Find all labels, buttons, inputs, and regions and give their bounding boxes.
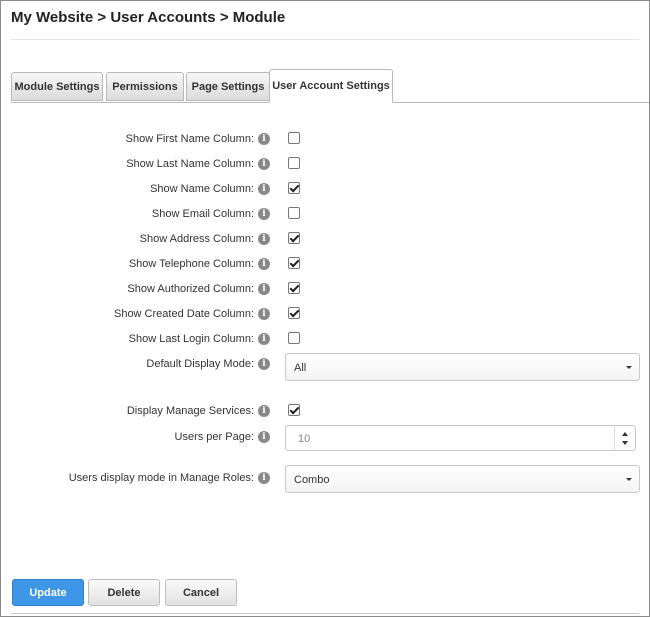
info-icon[interactable]: i bbox=[258, 183, 270, 195]
show-name-checkbox[interactable] bbox=[288, 182, 300, 194]
field-label: Show Last Login Column: bbox=[128, 333, 254, 345]
tab-permissions[interactable]: Permissions bbox=[106, 72, 184, 101]
field-label: Show Created Date Column: bbox=[113, 308, 254, 320]
info-icon[interactable]: i bbox=[258, 358, 270, 370]
info-icon[interactable]: i bbox=[258, 283, 270, 295]
tab-module-settings[interactable]: Module Settings bbox=[11, 72, 103, 101]
info-icon[interactable]: i bbox=[258, 472, 270, 484]
show-first-name-checkbox[interactable] bbox=[288, 132, 300, 144]
field-label: Users per Page: bbox=[174, 431, 254, 443]
info-icon[interactable]: i bbox=[258, 208, 270, 220]
field-label: Display Manage Services: bbox=[126, 405, 254, 417]
caret-down-icon bbox=[626, 366, 632, 369]
show-email-checkbox[interactable] bbox=[288, 207, 300, 219]
row-show-first-name: Show First Name Column: i bbox=[1, 130, 650, 150]
users-display-mode-roles-select[interactable]: Combo bbox=[285, 465, 640, 493]
update-button[interactable]: Update bbox=[12, 579, 84, 606]
info-icon[interactable]: i bbox=[258, 258, 270, 270]
info-icon[interactable]: i bbox=[258, 133, 270, 145]
show-authorized-checkbox[interactable] bbox=[288, 282, 300, 294]
info-icon[interactable]: i bbox=[258, 308, 270, 320]
info-icon[interactable]: i bbox=[258, 431, 270, 443]
page-title: My Website > User Accounts > Module bbox=[11, 9, 286, 26]
field-label: Show Last Name Column: bbox=[126, 158, 254, 170]
delete-button[interactable]: Delete bbox=[88, 579, 160, 606]
show-address-checkbox[interactable] bbox=[288, 232, 300, 244]
module-settings-window: My Website > User Accounts > Module Modu… bbox=[0, 0, 650, 617]
field-label: Show First Name Column: bbox=[125, 133, 254, 145]
show-created-date-checkbox[interactable] bbox=[288, 307, 300, 319]
row-show-last-login: Show Last Login Column: i bbox=[1, 330, 650, 350]
row-show-telephone: Show Telephone Column: i bbox=[1, 255, 650, 275]
row-show-email: Show Email Column: i bbox=[1, 205, 650, 225]
show-last-name-checkbox[interactable] bbox=[288, 157, 300, 169]
selected-value: All bbox=[294, 362, 307, 374]
divider bbox=[11, 613, 639, 614]
stepper-value: 10 bbox=[298, 433, 311, 445]
selected-value: Combo bbox=[294, 474, 330, 486]
divider bbox=[11, 39, 639, 40]
row-show-authorized: Show Authorized Column: i bbox=[1, 280, 650, 300]
info-icon[interactable]: i bbox=[258, 158, 270, 170]
stepper-buttons bbox=[614, 426, 635, 450]
field-label: Show Name Column: bbox=[150, 183, 254, 195]
cancel-button[interactable]: Cancel bbox=[165, 579, 237, 606]
field-label: Show Authorized Column: bbox=[127, 283, 254, 295]
increment-arrow-icon[interactable] bbox=[622, 432, 628, 436]
row-show-created-date: Show Created Date Column: i bbox=[1, 305, 650, 325]
tab-page-settings[interactable]: Page Settings bbox=[186, 72, 270, 101]
info-icon[interactable]: i bbox=[258, 405, 270, 417]
field-label: Show Email Column: bbox=[151, 208, 254, 220]
field-label: Show Address Column: bbox=[139, 233, 254, 245]
info-icon[interactable]: i bbox=[258, 333, 270, 345]
field-label: Default Display Mode: bbox=[146, 358, 254, 370]
show-telephone-checkbox[interactable] bbox=[288, 257, 300, 269]
users-per-page-stepper[interactable]: 10 bbox=[285, 425, 636, 451]
show-last-login-checkbox[interactable] bbox=[288, 332, 300, 344]
row-show-address: Show Address Column: i bbox=[1, 230, 650, 250]
field-label: Show Telephone Column: bbox=[128, 258, 254, 270]
info-icon[interactable]: i bbox=[258, 233, 270, 245]
default-display-mode-select[interactable]: All bbox=[285, 353, 640, 381]
row-display-manage-services: Display Manage Services: i bbox=[1, 402, 650, 422]
decrement-arrow-icon[interactable] bbox=[622, 441, 628, 445]
row-show-last-name: Show Last Name Column: i bbox=[1, 155, 650, 175]
tab-bar: Module Settings Permissions Page Setting… bbox=[11, 69, 649, 103]
row-show-name: Show Name Column: i bbox=[1, 180, 650, 200]
tab-user-account-settings[interactable]: User Account Settings bbox=[269, 69, 393, 103]
caret-down-icon bbox=[626, 478, 632, 481]
field-label: Users display mode in Manage Roles: bbox=[68, 472, 254, 484]
display-manage-services-checkbox[interactable] bbox=[288, 404, 300, 416]
